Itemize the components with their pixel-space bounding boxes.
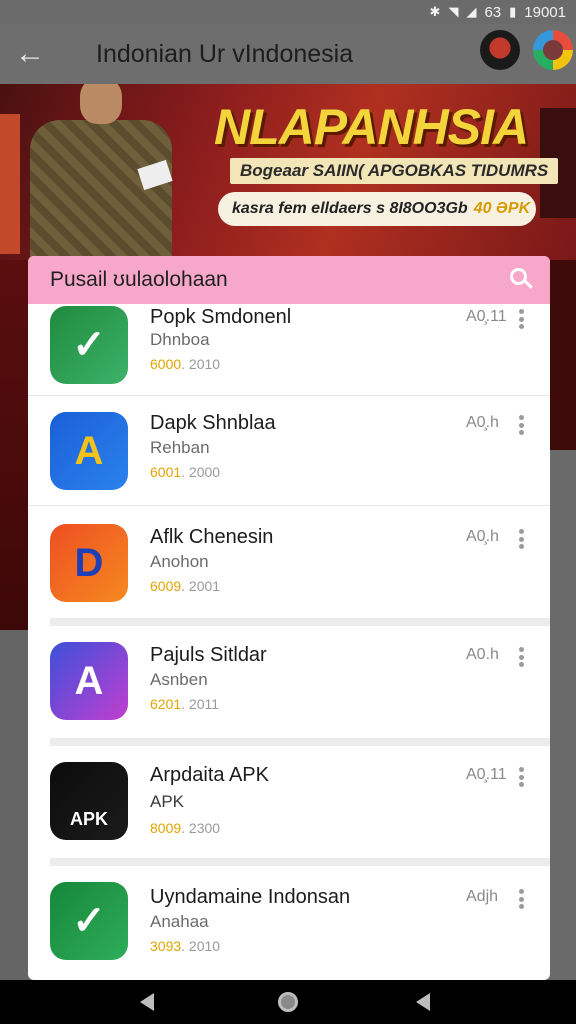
app-bar: ← Indonian Ur vIndonesia (0, 24, 576, 84)
app-subtitle: Dhnboa (150, 330, 210, 349)
app-subtitle: Asnben (150, 670, 208, 689)
status-indicator: 63 (484, 3, 502, 21)
section-divider (50, 738, 550, 746)
app-title: Uyndamaine Indonsan (150, 886, 351, 908)
list-item[interactable]: A Pajuls Sitldar Asnben 6201. 2011 A0.h (28, 626, 550, 738)
background-content (0, 630, 30, 980)
more-options-button[interactable] (512, 526, 530, 552)
background-content (548, 260, 576, 450)
list-item[interactable]: ✓ Uyndamaine Indonsan Anahaa 3093. 2010 … (28, 866, 550, 980)
navigation-bar (0, 980, 576, 1024)
app-icon-graphic: A (50, 412, 128, 490)
app-icon: D (50, 524, 128, 602)
arrow-left-icon: ← (15, 37, 45, 70)
app-icon: ✓ (50, 306, 128, 384)
app-subtitle: Anahaa (150, 912, 209, 931)
list-item[interactable]: APK Arpdaita APK APK 8009. 2300 A0̧.11 (28, 746, 550, 858)
app-meta: 6201. 2011 (150, 696, 220, 712)
app-icon: A (50, 642, 128, 720)
app-meta: 6009. 2001 (150, 578, 221, 594)
more-options-button[interactable] (512, 764, 530, 790)
app-icon: ✓ (50, 882, 128, 960)
list-item[interactable]: ✓ Popk Smdonenl Dhnboa 6000. 2010 A0̧.11 (28, 286, 550, 396)
app-icon-graphic: A (50, 642, 128, 720)
banner-pill-text: kasra fem elldaers s 8I8OO3Gb (232, 200, 468, 217)
background-content (548, 450, 576, 980)
more-options-button[interactable] (512, 644, 530, 670)
banner-pill: kasra fem elldaers s 8I8OO3Gb 40 ƏPK (218, 192, 536, 226)
app-title: Popk Smdonenl (150, 306, 292, 328)
banner-subheadline: Bogeaar SAIIN( APGOBKAS TIDUMRS (230, 158, 559, 184)
app-badge: A0.h (466, 646, 499, 663)
status-bar: ✱ ◥ ◢ 63 ▮ 19001 (0, 0, 576, 24)
app-badge: A0̧.11 (466, 766, 507, 783)
banner-headline: NLAPANHSIA (214, 99, 529, 155)
more-options-button[interactable] (512, 886, 530, 912)
app-meta: 3093. 2010 (150, 938, 221, 954)
nav-back-icon[interactable] (140, 993, 154, 1011)
app-title: Dapk Shnblaa (150, 412, 276, 434)
section-divider (50, 858, 550, 866)
app-badge: A0̧.11 (466, 308, 507, 325)
banner-decoration (0, 114, 20, 254)
app-icon-graphic: APK (50, 762, 128, 840)
app-meta: 8009. 2300 (150, 820, 221, 836)
signal-icon: ◢ (466, 4, 477, 19)
app-badge: Adjh (466, 888, 499, 905)
background-content (0, 260, 30, 630)
app-title: Aflk Chenesin (150, 526, 274, 548)
status-time: 19001 (524, 3, 566, 21)
list-item[interactable]: A Dapk Shnblaa Rehban 6001. 2000 A0̧.h (28, 396, 550, 506)
list-item[interactable]: D Aflk Chenesin Anohon 6009. 2001 A0̧.h (28, 508, 550, 618)
app-icon: A (50, 412, 128, 490)
more-options-button[interactable] (512, 306, 530, 332)
battery-icon: ▮ (509, 4, 517, 19)
search-sheet: Pusail ʊulaolohaan ✓ Popk Smdonenl Dhnbo… (28, 256, 550, 980)
app-meta: 6001. 2000 (150, 464, 221, 480)
app-badge: A0̧.h (466, 414, 499, 431)
nav-home-icon[interactable] (278, 992, 298, 1012)
app-subtitle: Anohon (150, 552, 209, 571)
bluetooth-icon: ✱ (429, 4, 441, 19)
app-title: Arpdaita APK (150, 764, 269, 786)
app-badge: A0̧.h (466, 528, 499, 545)
profile-avatar[interactable] (533, 30, 573, 70)
page-title: Indonian Ur vIndonesia (96, 39, 354, 68)
officer-illustration (22, 84, 187, 260)
app-subtitle: Rehban (150, 438, 210, 457)
nav-recent-icon[interactable] (416, 993, 430, 1011)
promo-banner[interactable]: NLAPANHSIA Bogeaar SAIIN( APGOBKAS TIDUM… (0, 84, 576, 260)
back-button[interactable]: ← (0, 24, 60, 84)
app-meta: 6000. 2010 (150, 356, 221, 372)
app-icon-graphic: D (50, 524, 128, 602)
more-options-button[interactable] (512, 412, 530, 438)
section-divider (50, 618, 550, 626)
banner-pill-highlight: 40 ƏPK (473, 200, 531, 217)
app-icon-graphic: ✓ (50, 882, 128, 960)
app-subtitle: APK (150, 792, 185, 811)
avatar[interactable] (480, 30, 520, 70)
app-icon-graphic: ✓ (50, 306, 128, 384)
wifi-icon: ◥ (448, 4, 459, 19)
app-title: Pajuls Sitldar (150, 644, 267, 666)
app-icon: APK (50, 762, 128, 840)
